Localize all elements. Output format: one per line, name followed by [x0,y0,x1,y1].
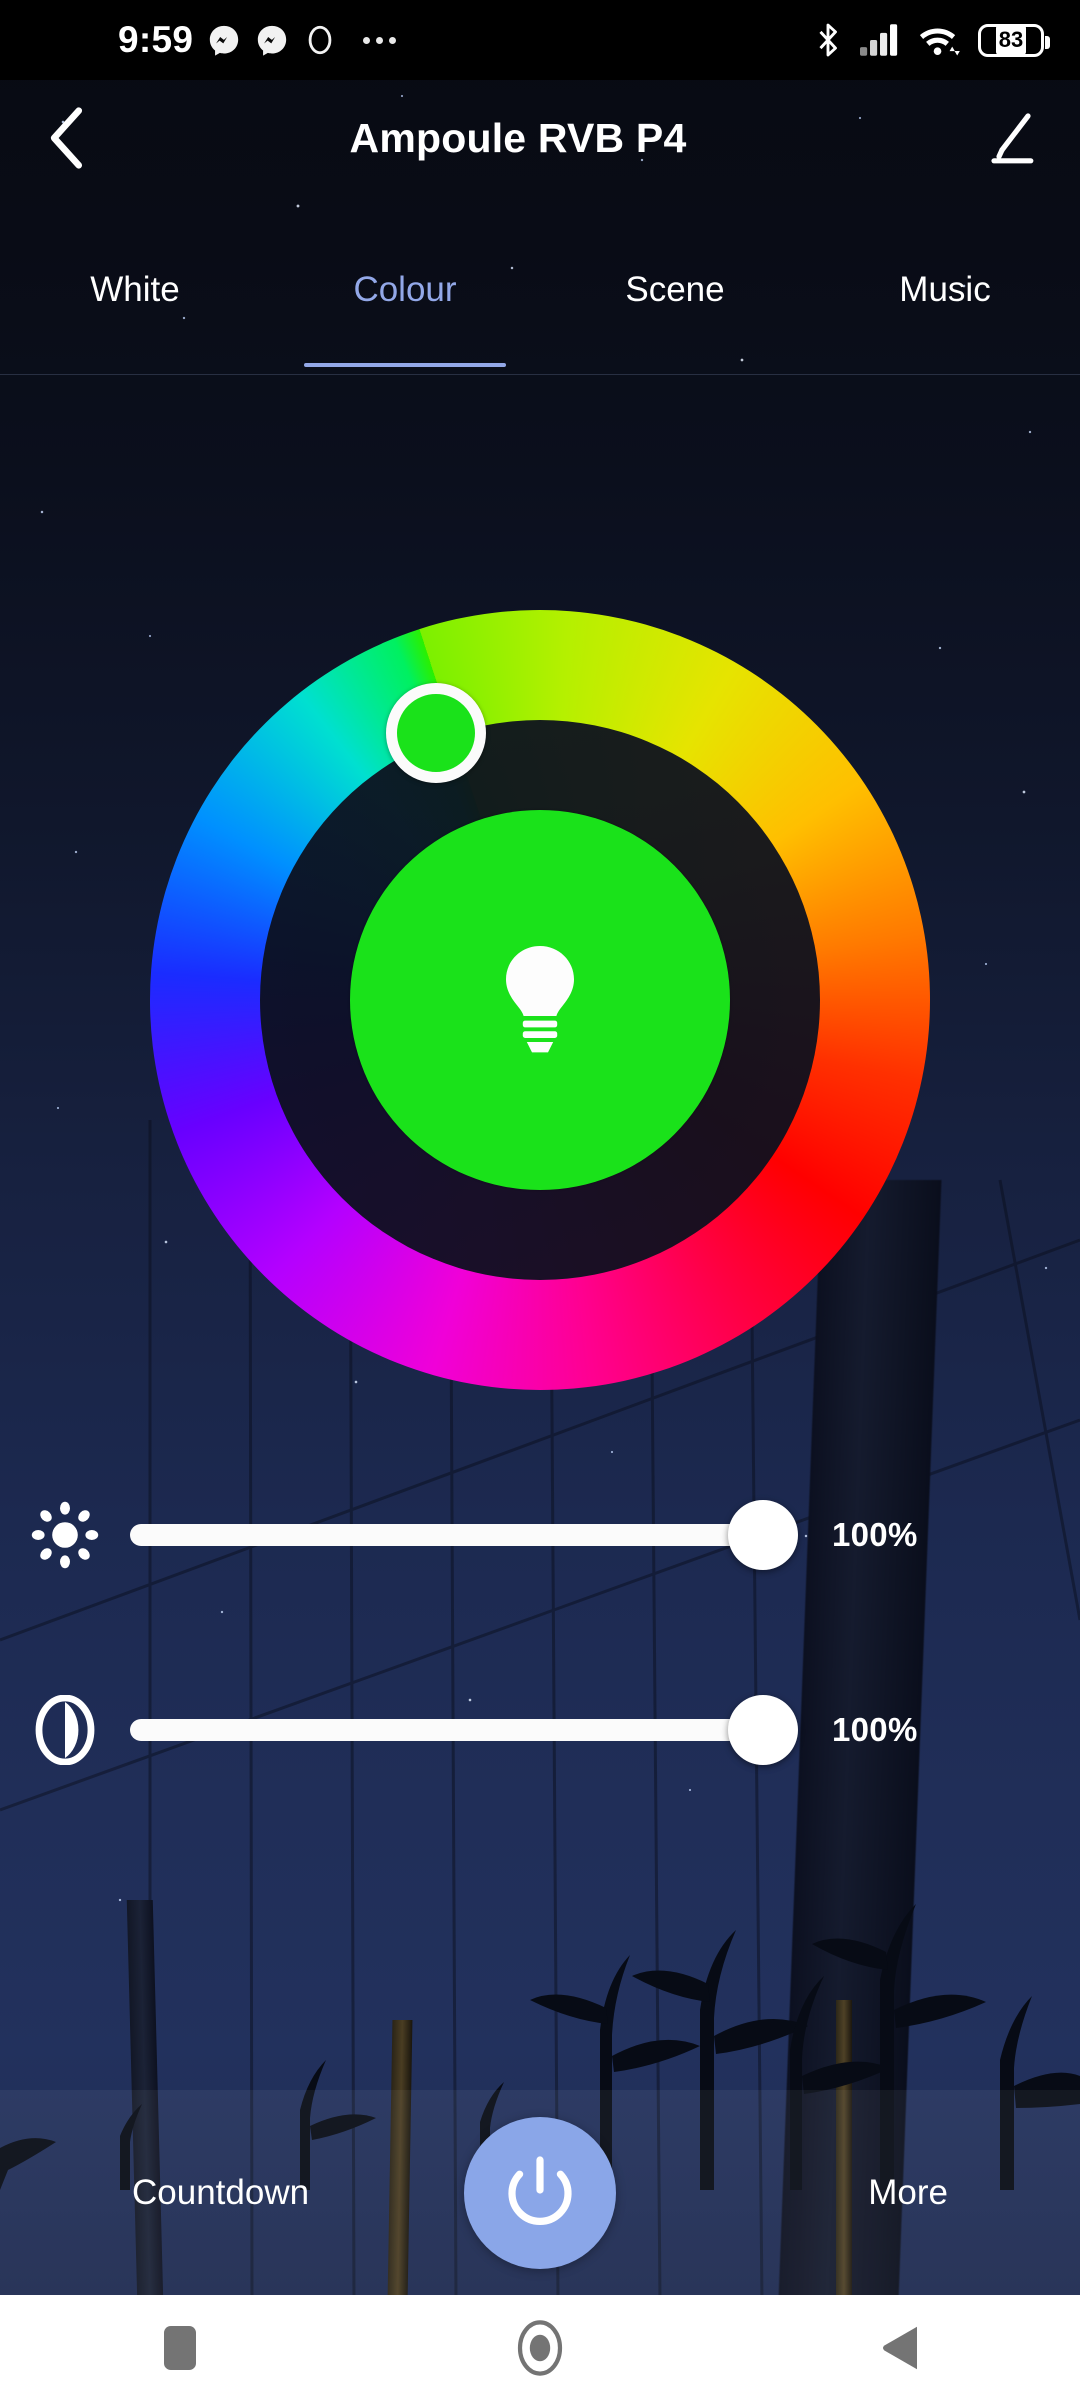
bottom-action-bar: Countdown More [0,2090,1080,2295]
colour-wheel[interactable] [48,508,1032,1492]
tab-music[interactable]: Music [810,256,1080,376]
countdown-button[interactable]: Countdown [132,2173,309,2213]
status-bar-right: 83 [813,21,1050,59]
battery-level: 83 [995,25,1027,55]
page-title: Ampoule RVB P4 [349,114,687,161]
tab-colour[interactable]: Colour [270,256,540,376]
saturation-slider-knob[interactable] [728,1695,798,1765]
mode-tabs: White Colour Scene Music [0,256,1080,376]
messenger-icon [258,25,287,56]
app-header: Ampoule RVB P4 [0,80,1080,196]
nav-back-button[interactable] [825,2295,975,2400]
tab-scene[interactable]: Scene [540,256,810,376]
power-toggle-button[interactable] [464,2116,616,2269]
pencil-edit-icon [991,113,1034,164]
battery-icon: 83 [978,23,1050,57]
tabs-divider [0,374,1080,375]
edit-button[interactable] [962,90,1062,186]
selected-colour-preview[interactable] [350,810,730,1190]
messenger-icon [210,25,239,56]
brightness-value: 100% [832,1516,918,1553]
status-bar: 9:59 83 [0,0,1080,80]
status-bar-left: 9:59 [0,19,397,61]
brightness-slider-knob[interactable] [728,1500,798,1570]
saturation-value: 100% [832,1711,918,1748]
hue-selector-handle[interactable] [386,683,486,783]
square-recents-icon [164,2325,196,2370]
phone-screen: 9:59 83 Ampoule RVB P4 White Colour Scen… [0,0,1080,2400]
cellular-signal-icon [860,24,898,56]
nav-recents-button[interactable] [105,2295,255,2400]
tab-white[interactable]: White [0,256,270,376]
bluetooth-icon [819,23,837,57]
wifi-icon [919,28,960,56]
triangle-back-icon [883,2326,917,2369]
status-clock: 9:59 [118,19,194,60]
light-bulb-icon [506,946,574,1053]
contrast-half-circle-icon [0,1695,130,1765]
more-notifications-icon [363,36,397,44]
saturation-slider-track[interactable] [130,1719,790,1741]
brightness-slider-row: 100% [0,1475,1080,1595]
brightness-sun-icon [0,1501,130,1569]
zen-mode-icon [308,25,332,55]
android-nav-bar [0,2295,1080,2400]
more-button[interactable]: More [868,2173,948,2213]
power-icon [508,2155,572,2225]
circle-home-icon [517,2319,563,2376]
brightness-slider-track[interactable] [130,1524,790,1546]
saturation-slider-row: 100% [0,1670,1080,1790]
brightness-slider[interactable] [130,1495,798,1575]
saturation-slider[interactable] [130,1690,798,1770]
nav-home-button[interactable] [465,2295,615,2400]
